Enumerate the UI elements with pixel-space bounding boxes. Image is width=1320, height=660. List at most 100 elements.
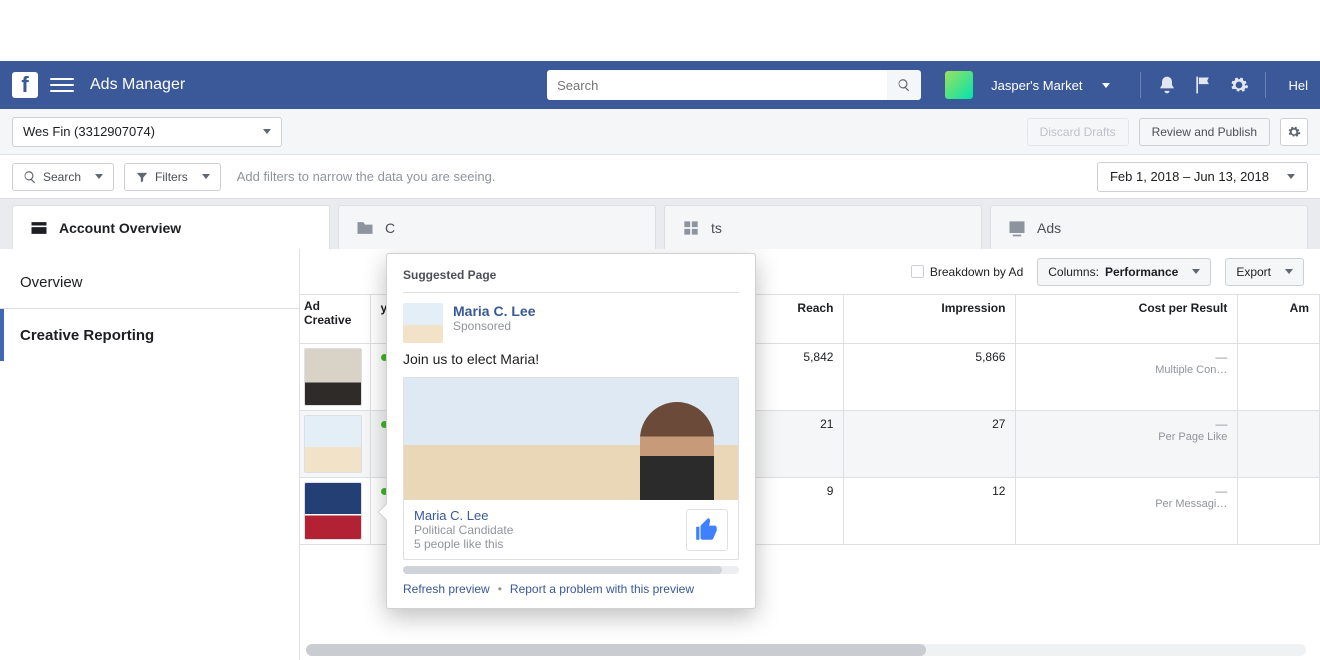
columns-selector[interactable]: Columns: Performance (1037, 258, 1211, 286)
separator-dot: • (498, 582, 502, 596)
card-page-name[interactable]: Maria C. Lee (414, 508, 513, 523)
cpr-subtext: Per Page Like (1026, 431, 1227, 443)
separator (1265, 72, 1266, 98)
date-range-picker[interactable]: Feb 1, 2018 – Jun 13, 2018 (1097, 162, 1308, 192)
topbar-icon-group: Hel (1140, 72, 1308, 98)
ads-icon (1007, 218, 1027, 238)
tab-label: ts (711, 220, 722, 236)
nav-creative-reporting[interactable]: Creative Reporting (0, 309, 299, 361)
tab-label: Account Overview (59, 220, 181, 236)
cpr-subtext: Per Messagi… (1026, 498, 1227, 510)
th-ad-creative[interactable]: Ad Creative (300, 295, 370, 343)
global-search-button[interactable] (887, 70, 921, 100)
horizontal-scrollbar[interactable] (306, 644, 1306, 656)
search-pill[interactable]: Search (12, 163, 114, 191)
tab-campaigns[interactable]: C (338, 205, 656, 249)
search-icon (23, 170, 37, 184)
top-app-bar: f Ads Manager Jasper's Market Hel (0, 61, 1320, 109)
flag-icon[interactable] (1193, 75, 1213, 95)
breakdown-by-ad-toggle[interactable]: Breakdown by Ad (911, 265, 1023, 279)
cpr-value: — (1026, 350, 1227, 364)
bell-icon[interactable] (1157, 75, 1177, 95)
card-page-category: Political Candidate (414, 523, 513, 537)
ad-account-selector-label: Wes Fin (3312907074) (23, 124, 155, 139)
nav-overview[interactable]: Overview (0, 257, 299, 309)
settings-button[interactable] (1280, 118, 1308, 146)
gear-icon (1287, 125, 1301, 139)
search-pill-label: Search (43, 170, 81, 184)
th-cost-per-result[interactable]: Cost per Result (1016, 295, 1238, 343)
help-link[interactable]: Hel (1288, 78, 1308, 93)
amount-value (1238, 410, 1320, 477)
adsets-icon (681, 218, 701, 238)
creative-thumbnail[interactable] (304, 415, 362, 473)
filter-row: Search Filters Add filters to narrow the… (0, 155, 1320, 199)
impressions-value: 5,866 (844, 343, 1016, 410)
app-title: Ads Manager (90, 76, 185, 94)
chevron-down-icon (1285, 269, 1293, 274)
popover-actions: Refresh preview • Report a problem with … (403, 582, 739, 596)
chevron-down-icon (95, 174, 103, 179)
filter-placeholder-text: Add filters to narrow the data you are s… (237, 169, 496, 184)
impressions-value: 12 (844, 477, 1016, 544)
global-search-input[interactable] (547, 70, 887, 100)
scrollbar-thumb[interactable] (306, 644, 926, 656)
like-button[interactable] (686, 509, 728, 551)
search-group (547, 70, 921, 100)
main-area: Overview Creative Reporting Breakdown by… (0, 249, 1320, 660)
export-selector[interactable]: Export (1225, 258, 1304, 286)
left-nav: Overview Creative Reporting (0, 249, 300, 660)
gear-icon[interactable] (1229, 75, 1249, 95)
review-publish-button[interactable]: Review and Publish (1139, 118, 1270, 146)
content-pane: Breakdown by Ad Columns: Performance Exp… (300, 249, 1320, 660)
tab-ad-sets[interactable]: ts (664, 205, 982, 249)
scrollbar-thumb[interactable] (403, 566, 722, 574)
checkbox-icon (911, 265, 924, 278)
tab-ads[interactable]: Ads (990, 205, 1308, 249)
filter-icon (135, 170, 149, 184)
amount-value (1238, 343, 1320, 410)
account-caret-icon[interactable] (1102, 83, 1110, 88)
fb-logo-icon[interactable]: f (12, 72, 38, 98)
date-range-label: Feb 1, 2018 – Jun 13, 2018 (1110, 169, 1269, 184)
hamburger-menu-icon[interactable] (50, 73, 74, 97)
popover-title: Suggested Page (403, 268, 739, 282)
creative-thumbnail[interactable] (304, 482, 362, 540)
ad-preview-popover: Suggested Page Maria C. Lee Sponsored Jo… (386, 253, 756, 609)
ad-body-text: Join us to elect Maria! (403, 351, 739, 367)
page-avatar[interactable] (403, 303, 443, 343)
tab-account-overview[interactable]: Account Overview (12, 205, 330, 249)
search-icon (897, 78, 911, 92)
breakdown-label: Breakdown by Ad (930, 265, 1023, 279)
separator (1140, 72, 1141, 98)
amount-value (1238, 477, 1320, 544)
th-impressions[interactable]: Impression (844, 295, 1016, 343)
page-name-link[interactable]: Maria C. Lee (453, 303, 535, 319)
impressions-value: 27 (844, 410, 1016, 477)
chevron-down-icon (202, 174, 210, 179)
filters-pill-label: Filters (155, 170, 188, 184)
creative-thumbnail[interactable] (304, 348, 362, 406)
popover-scrollbar[interactable] (403, 566, 739, 574)
sponsored-label: Sponsored (453, 319, 535, 333)
ad-card[interactable]: Maria C. Lee Political Candidate 5 peopl… (403, 377, 739, 560)
discard-drafts-button[interactable]: Discard Drafts (1027, 118, 1129, 146)
tab-label: Ads (1037, 220, 1061, 236)
ad-account-selector[interactable]: Wes Fin (3312907074) (12, 117, 282, 147)
chevron-down-icon (1192, 269, 1200, 274)
export-label: Export (1236, 265, 1271, 279)
cpr-subtext: Multiple Con… (1026, 364, 1227, 376)
folder-icon (355, 218, 375, 238)
account-name[interactable]: Jasper's Market (991, 78, 1082, 93)
thumbs-up-icon (694, 517, 720, 543)
cpr-value: — (1026, 417, 1227, 431)
report-problem-link[interactable]: Report a problem with this preview (510, 582, 694, 596)
account-avatar[interactable] (945, 71, 973, 99)
overview-icon (29, 218, 49, 238)
th-amount[interactable]: Am (1238, 295, 1320, 343)
filters-pill[interactable]: Filters (124, 163, 221, 191)
ad-card-footer: Maria C. Lee Political Candidate 5 peopl… (404, 500, 738, 559)
refresh-preview-link[interactable]: Refresh preview (403, 582, 490, 596)
popover-header: Maria C. Lee Sponsored (403, 303, 739, 343)
card-like-count: 5 people like this (414, 537, 513, 551)
